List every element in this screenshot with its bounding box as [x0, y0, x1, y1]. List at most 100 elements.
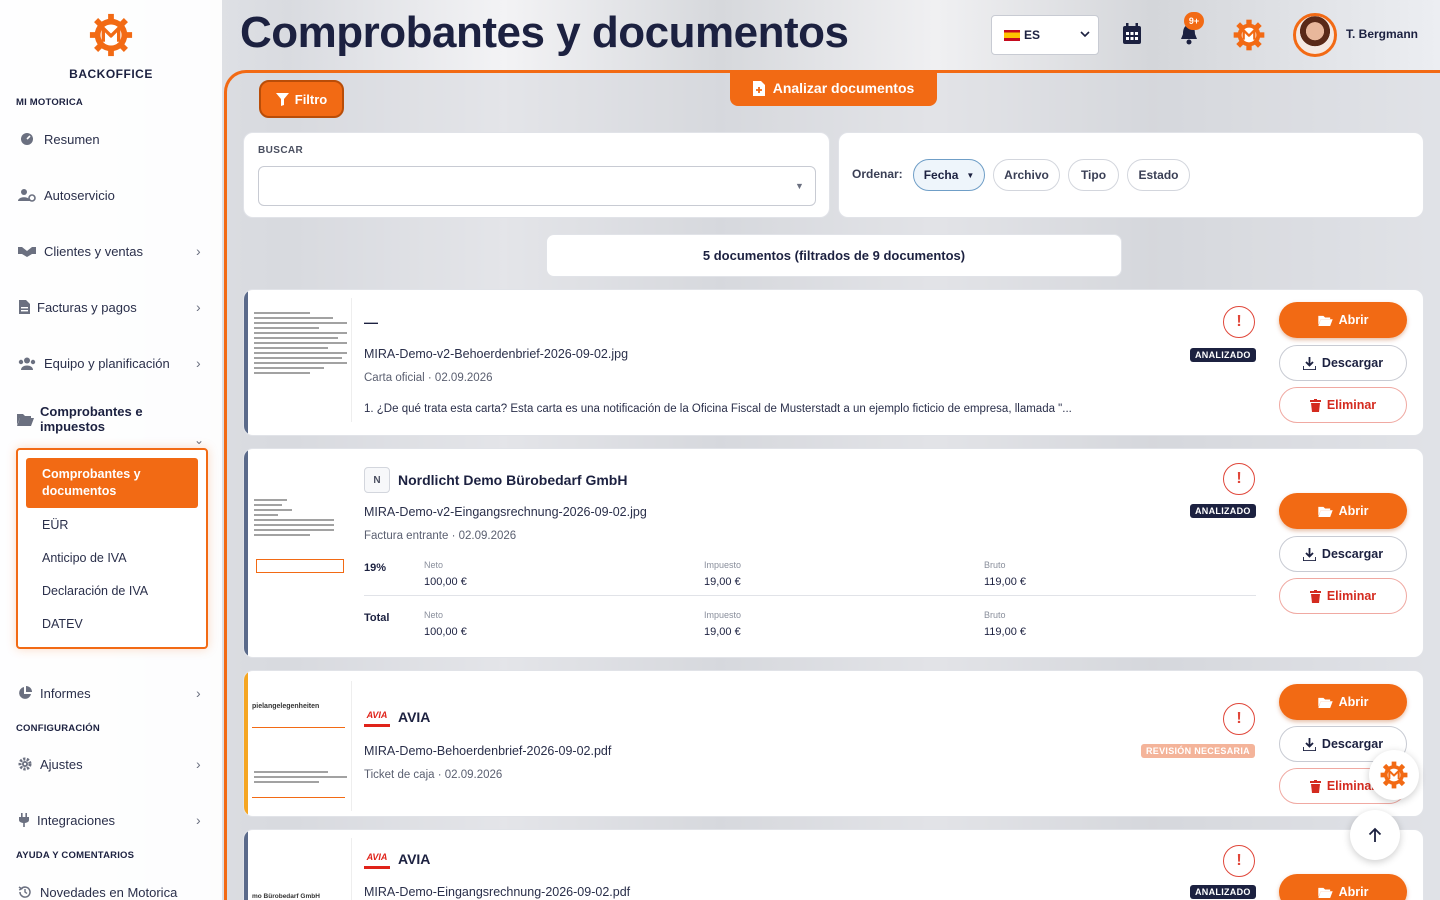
folder-open-icon	[1317, 887, 1333, 898]
vat-impuesto: Impuesto 19,00 €	[704, 610, 742, 638]
document-filename[interactable]: MIRA-Demo-Behoerdenbrief-2026-09-02.pdf	[364, 744, 611, 758]
delete-button-label: Eliminar	[1326, 398, 1377, 412]
search-input[interactable]	[258, 166, 816, 206]
document-card[interactable]: N Nordlicht Demo Bürobedarf GmbH MIRA-De…	[243, 448, 1424, 658]
chevron-down-icon[interactable]: ⌄	[194, 433, 204, 447]
trash-icon	[1309, 398, 1321, 412]
sidebar-item-comprobantes[interactable]: Comprobantes e impuestos	[16, 404, 208, 434]
alert-icon[interactable]: !	[1223, 845, 1255, 877]
download-icon	[1302, 737, 1316, 751]
delete-button[interactable]: Eliminar	[1279, 387, 1407, 423]
user-name[interactable]: T. Bergmann	[1346, 27, 1418, 41]
calendar-icon[interactable]	[1121, 22, 1143, 46]
delete-button[interactable]: Eliminar	[1279, 578, 1407, 614]
sidebar-item-label: Novedades en Motorica	[40, 884, 178, 900]
analyze-documents-button[interactable]: Analizar documentos	[730, 70, 937, 106]
chevron-right-icon: ›	[196, 812, 201, 828]
document-thumbnail[interactable]	[250, 298, 352, 422]
scroll-to-top-button[interactable]	[1350, 810, 1400, 860]
team-icon	[16, 355, 38, 371]
sort-option-tipo[interactable]: Tipo	[1068, 159, 1119, 191]
filter-button-label: Filtro	[294, 91, 328, 107]
sidebar-item-novedades[interactable]: Novedades en Motorica	[16, 878, 208, 900]
document-filename[interactable]: MIRA-Demo-v2-Eingangsrechnung-2026-09-02…	[364, 505, 647, 519]
sidebar-item-label: Comprobantes e impuestos	[40, 404, 143, 434]
folder-open-icon	[1317, 506, 1333, 517]
sidebar-item-clientes[interactable]: Clientes y ventas ›	[16, 237, 208, 265]
sidebar-item-resumen[interactable]: Resumen	[16, 125, 208, 153]
chevron-right-icon: ›	[196, 756, 201, 772]
users-cog-icon	[16, 187, 38, 203]
alert-icon[interactable]: !	[1223, 463, 1255, 495]
vat-bruto: Bruto 119,00 €	[984, 610, 1027, 638]
motorica-assistant-icon	[1380, 761, 1408, 789]
sort-option-label: Fecha	[923, 168, 959, 182]
motorica-gear-icon[interactable]	[1233, 19, 1265, 51]
download-button-label: Descargar	[1321, 737, 1384, 751]
submenu-item-datev[interactable]: DATEV	[42, 617, 83, 631]
sidebar-item-label: Integraciones	[37, 812, 116, 828]
alert-icon[interactable]: !	[1223, 703, 1255, 735]
document-card[interactable]: — MIRA-Demo-v2-Behoerdenbrief-2026-09-02…	[243, 289, 1424, 436]
open-button[interactable]: Abrir	[1279, 302, 1407, 338]
sidebar-item-informes[interactable]: Informes ›	[16, 679, 208, 707]
submenu-item-declaracion-iva[interactable]: Declaración de IVA	[42, 584, 148, 598]
vat-bruto: Bruto 119,00 €	[984, 560, 1027, 588]
download-button-label: Descargar	[1321, 547, 1384, 561]
document-thumbnail[interactable]: mo Bürobedarf GmbH	[250, 838, 352, 900]
sidebar-item-integraciones[interactable]: Integraciones ›	[16, 806, 208, 834]
vat-rate: 19%	[364, 562, 387, 574]
language-value: ES	[1024, 28, 1041, 42]
open-button[interactable]: Abrir	[1279, 684, 1407, 720]
status-badge: ANALIZADO	[1190, 504, 1256, 518]
pie-chart-icon	[16, 685, 34, 701]
handshake-icon	[16, 243, 38, 259]
filter-icon	[275, 92, 289, 106]
open-button-label: Abrir	[1338, 504, 1369, 518]
sidebar-item-label: Informes	[40, 685, 91, 701]
open-button[interactable]: Abrir	[1279, 874, 1407, 900]
user-avatar[interactable]	[1293, 13, 1337, 57]
vendor-initial: N	[364, 467, 390, 493]
document-card[interactable]: pielangelegenheiten AVIA AVIA MIRA-Demo-…	[243, 670, 1424, 817]
thumbnail-text: mo Bürobedarf GmbH	[252, 893, 320, 900]
sidebar-item-label: Ajustes	[40, 756, 83, 772]
open-button[interactable]: Abrir	[1279, 493, 1407, 529]
sidebar-item-facturas[interactable]: Facturas y pagos ›	[16, 293, 208, 321]
download-button[interactable]: Descargar	[1279, 345, 1407, 381]
sidebar-item-label: Resumen	[44, 131, 100, 147]
plug-icon	[16, 812, 32, 828]
document-thumbnail[interactable]: pielangelegenheiten	[250, 681, 352, 811]
document-card[interactable]: mo Bürobedarf GmbH AVIA AVIA MIRA-Demo-E…	[243, 829, 1424, 900]
document-filename[interactable]: MIRA-Demo-v2-Behoerdenbrief-2026-09-02.j…	[364, 347, 628, 361]
download-button[interactable]: Descargar	[1279, 536, 1407, 572]
document-title-text: —	[364, 314, 378, 330]
sidebar-item-autoservicio[interactable]: Autoservicio	[16, 181, 208, 209]
sort-option-fecha[interactable]: Fecha ▼	[913, 159, 985, 191]
submenu-item-comprobantes-documentos[interactable]: Comprobantes y documentos	[26, 458, 198, 508]
submenu-item-anticipo-iva[interactable]: Anticipo de IVA	[42, 551, 127, 565]
sort-option-estado[interactable]: Estado	[1127, 159, 1190, 191]
alert-icon[interactable]: !	[1223, 306, 1255, 338]
language-select[interactable]: ES	[991, 15, 1099, 55]
avia-logo-icon: AVIA	[364, 849, 390, 869]
document-filename[interactable]: MIRA-Demo-Eingangsrechnung-2026-09-02.pd…	[364, 885, 630, 899]
sort-option-archivo[interactable]: Archivo	[993, 159, 1060, 191]
sidebar-item-equipo[interactable]: Equipo y planificación ›	[16, 349, 208, 377]
open-button-label: Abrir	[1338, 885, 1369, 899]
document-description: 1. ¿De qué trata esta carta? Esta carta …	[364, 403, 1072, 415]
document-title-text: Nordlicht Demo Bürobedarf GmbH	[398, 472, 628, 488]
submenu-item-eur[interactable]: EÜR	[42, 518, 68, 532]
sidebar: BACKOFFICE MI MOTORICA Resumen Autoservi…	[0, 0, 222, 900]
arrow-up-icon	[1368, 827, 1382, 842]
sidebar-item-ajustes[interactable]: Ajustes ›	[16, 750, 208, 778]
filter-button[interactable]: Filtro	[259, 80, 344, 118]
brand[interactable]: BACKOFFICE	[0, 12, 222, 81]
highlight-box	[256, 559, 344, 573]
status-stripe	[244, 290, 248, 435]
assistant-button[interactable]	[1369, 750, 1419, 800]
caret-down-icon[interactable]: ▼	[795, 181, 804, 191]
vat-neto: Neto 100,00 €	[424, 560, 467, 588]
document-thumbnail[interactable]	[250, 489, 352, 619]
thumbnail-heading: pielangelegenheiten	[252, 703, 320, 710]
